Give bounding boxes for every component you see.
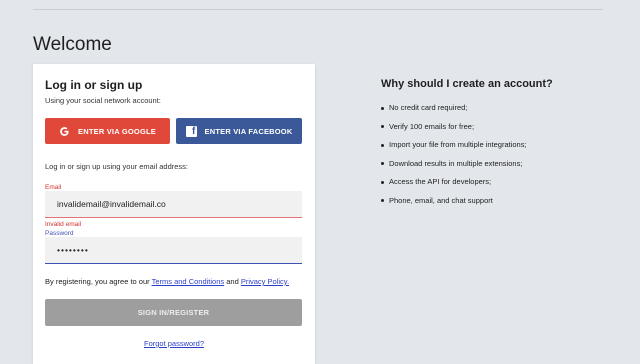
forgot-password-link[interactable]: Forgot password?	[33, 339, 315, 348]
sign-in-register-button[interactable]: SIGN IN/REGISTER	[45, 299, 302, 326]
page-title: Welcome	[33, 34, 112, 55]
google-g-icon	[59, 126, 70, 137]
google-button-label: ENTER VIA GOOGLE	[78, 126, 156, 136]
list-item: Download results in multiple extensions;	[381, 159, 527, 178]
password-field[interactable]: ••••••••	[45, 237, 302, 264]
email-caption: Log in or sign up using your email addre…	[45, 162, 188, 171]
benefits-list: No credit card required; Verify 100 emai…	[381, 103, 527, 214]
list-item: No credit card required;	[381, 103, 527, 122]
card-title: Log in or sign up	[45, 78, 143, 92]
email-value: invalidemail@invalidemail.co	[57, 199, 166, 209]
facebook-login-button[interactable]: f ENTER VIA FACEBOOK	[176, 118, 302, 144]
terms-text: By registering, you agree to our Terms a…	[45, 277, 289, 286]
facebook-f-icon: f	[185, 125, 197, 137]
email-label: Email	[45, 184, 62, 191]
facebook-button-label: ENTER VIA FACEBOOK	[204, 126, 293, 136]
terms-prefix: By registering, you agree to our	[45, 277, 152, 286]
top-divider	[33, 9, 603, 10]
terms-middle: and	[224, 277, 241, 286]
login-card: Log in or sign up Using your social netw…	[33, 64, 315, 364]
list-item: Phone, email, and chat support	[381, 196, 527, 215]
password-value: ••••••••	[57, 245, 89, 255]
list-item: Import your file from multiple integrati…	[381, 140, 527, 159]
google-login-button[interactable]: ENTER VIA GOOGLE	[45, 118, 170, 144]
password-label: Password	[45, 230, 74, 237]
terms-link[interactable]: Terms and Conditions	[152, 277, 225, 286]
email-error-text: Invalid email	[45, 221, 82, 228]
email-field[interactable]: invalidemail@invalidemail.co	[45, 191, 302, 218]
social-caption: Using your social network account:	[45, 96, 161, 105]
list-item: Verify 100 emails for free;	[381, 122, 527, 141]
list-item: Access the API for developers;	[381, 177, 527, 196]
privacy-link[interactable]: Privacy Policy.	[241, 277, 289, 286]
benefits-title: Why should I create an account?	[381, 78, 553, 90]
